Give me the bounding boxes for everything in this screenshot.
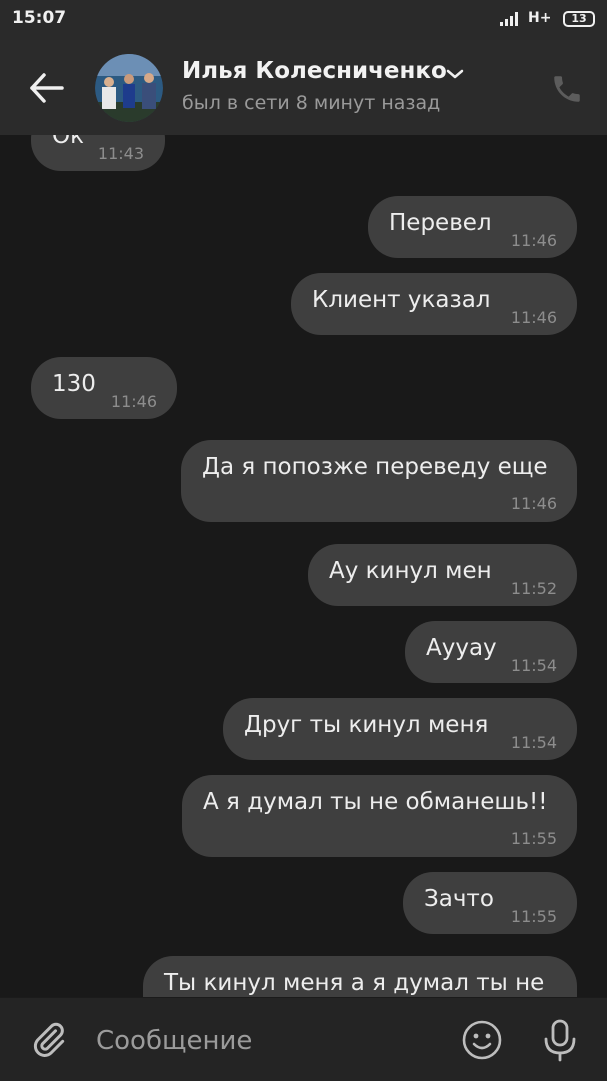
message-time: 11:46 [110,392,157,411]
message-text: Зачто [424,886,494,912]
last-seen-status: был в сети 8 минут назад [182,92,441,114]
message-bubble[interactable]: Да я попозже переведу еще 11:46 [181,440,577,522]
contact-avatar[interactable] [95,54,163,122]
message-text: Ауyay [426,635,497,661]
status-bar: 15:07 H+ 13 [0,0,607,40]
message-text: Перевел [389,210,492,236]
chat-header: Илья Колесниченко был в сети 8 минут наз… [0,40,607,135]
back-arrow-icon[interactable] [22,68,72,108]
message-bubble[interactable]: Ок 11:43 [31,135,165,171]
message-bubble[interactable]: Перевел 11:46 [368,196,577,258]
message-time: 11:55 [510,829,557,848]
network-type: H+ [528,10,552,26]
message-time: 11:52 [510,579,557,598]
message-text: Да я попозже переведу еще [202,454,548,480]
emoji-icon[interactable] [461,1019,503,1061]
status-time: 15:07 [12,8,67,28]
message-bubble[interactable]: Зачто 11:55 [403,872,577,934]
battery-level: 13 [571,12,587,25]
message-text: Клиент указал [312,287,491,313]
message-text: Ты кинул меня а я думал ты не [164,970,545,996]
message-input[interactable]: Сообщение [96,1026,252,1056]
message-list[interactable]: Ок 11:43 Перевел 11:46 Клиент указал 11:… [0,135,607,997]
message-time: 11:43 [97,144,144,163]
message-bubble[interactable]: Ауyay 11:54 [405,621,577,683]
message-time: 11:46 [510,308,557,327]
message-bubble[interactable]: Ты кинул меня а я думал ты не [143,956,577,997]
message-time: 11:54 [510,733,557,752]
message-text: Друг ты кинул меня [244,712,489,738]
message-text: А я думал ты не обманешь!! [203,789,548,815]
chevron-down-icon[interactable] [445,68,465,80]
message-composer: Сообщение [0,997,607,1081]
message-bubble[interactable]: Друг ты кинул меня 11:54 [223,698,577,760]
message-time: 11:54 [510,656,557,675]
message-bubble[interactable]: А я думал ты не обманешь!! 11:55 [182,775,577,857]
microphone-icon[interactable] [540,1018,580,1062]
signal-icon [500,12,518,26]
paperclip-icon[interactable] [28,1020,68,1060]
contact-name[interactable]: Илья Колесниченко [182,58,447,84]
message-time: 11:46 [510,494,557,513]
message-bubble[interactable]: Ау кинул мен 11:52 [308,544,577,606]
phone-icon[interactable] [550,72,584,106]
message-text: 130 [52,371,96,397]
battery-icon: 13 [563,11,595,27]
message-bubble[interactable]: 130 11:46 [31,357,177,419]
message-bubble[interactable]: Клиент указал 11:46 [291,273,577,335]
message-time: 11:55 [510,907,557,926]
message-time: 11:46 [510,231,557,250]
message-text: Ок [52,135,84,149]
message-text: Ау кинул мен [329,558,492,584]
